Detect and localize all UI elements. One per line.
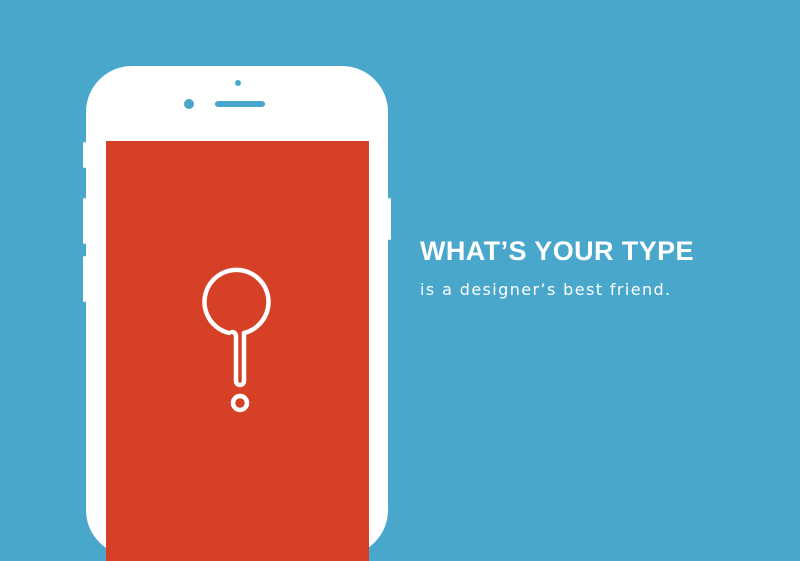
earpiece-speaker [215,101,265,107]
headline: WHAT’S YOUR TYPE [420,236,694,266]
phone-screen [106,141,369,561]
question-mark-icon [202,267,271,413]
proximity-sensor [235,80,241,86]
phone-mockup [83,66,391,561]
front-camera [184,99,194,109]
mute-switch [83,142,86,168]
volume-down-button [83,256,86,302]
question-mark-dot [230,393,250,413]
question-mark-hook [202,267,271,388]
volume-up-button [83,198,86,244]
subheadline: is a designer’s best friend. [420,280,672,299]
hero-scene: WHAT’S YOUR TYPE is a designer’s best fr… [0,0,800,561]
power-button [388,198,391,240]
